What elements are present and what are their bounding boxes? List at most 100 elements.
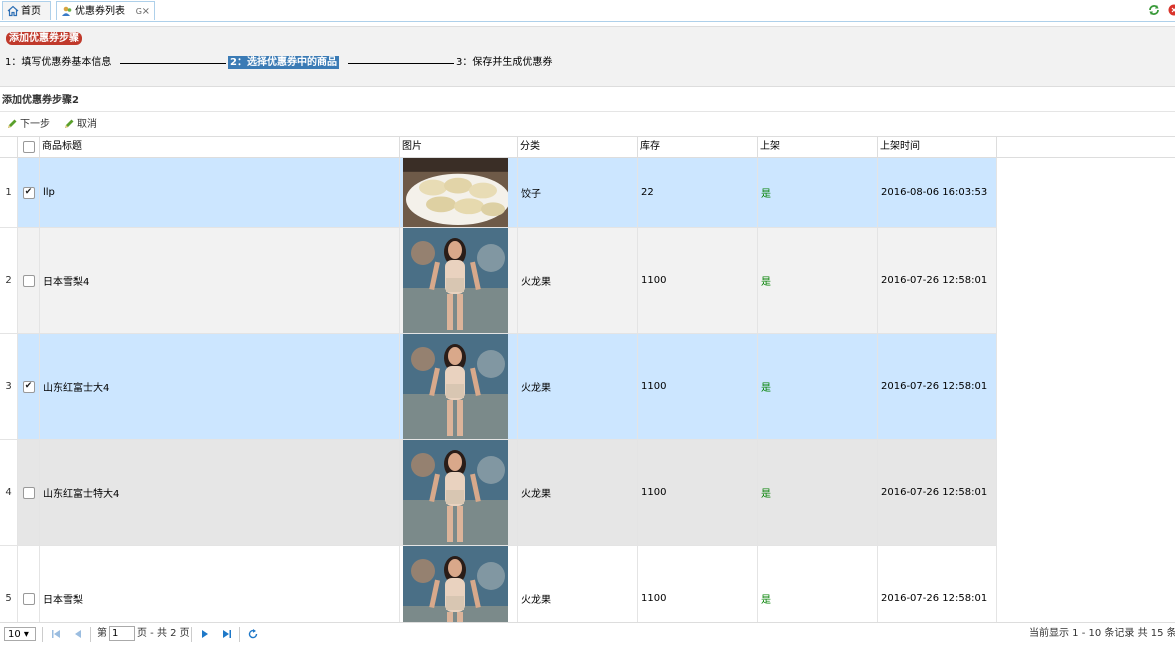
grid-header: 商品标题 图片 分类 库存 上架 上架时间 [0, 137, 1175, 158]
product-shelf-time: 2016-07-26 12:58:01 [878, 546, 997, 622]
row-checkbox[interactable]: ✔ [22, 380, 35, 393]
divider [239, 627, 240, 642]
product-stock: 1100 [638, 440, 758, 545]
home-icon [7, 5, 19, 17]
product-category: 火龙果 [518, 334, 638, 439]
table-row[interactable]: 5 日本雪梨 火龙果 1100 是 2016-07-26 12:58:01 [0, 546, 997, 622]
step-connector [348, 63, 454, 64]
product-title: 日本雪梨 [40, 546, 400, 622]
header-time[interactable]: 上架时间 [878, 137, 997, 157]
users-icon [62, 6, 72, 16]
header-shelf[interactable]: 上架 [758, 137, 878, 157]
table-row[interactable]: 1 ✔ llp 饺子 22 是 2016-08-06 16:03:53 [0, 158, 997, 228]
refresh-icon[interactable] [1148, 4, 1160, 16]
product-shelf-time: 2016-07-26 12:58:01 [878, 334, 997, 439]
step-3: 3：保存并生成优惠券 [456, 57, 553, 68]
select-all-checkbox[interactable] [22, 141, 35, 153]
row-number: 1 [0, 158, 18, 227]
steps-title: 添加优惠券步骤 [6, 32, 82, 45]
product-shelf-time: 2016-07-26 12:58:01 [878, 440, 997, 545]
header-image[interactable]: 图片 [400, 137, 518, 157]
pencil-icon [65, 119, 74, 128]
product-on-shelf: 是 [758, 546, 878, 622]
product-on-shelf: 是 [758, 228, 878, 333]
steps-panel: 添加优惠券步骤 1：填写优惠券基本信息 2：选择优惠券中的商品 3：保存并生成优… [0, 26, 1175, 87]
product-stock: 22 [638, 158, 758, 227]
row-select-cell[interactable] [18, 228, 40, 333]
product-title: llp [40, 158, 400, 227]
divider [0, 111, 1175, 112]
prev-page-icon[interactable] [73, 629, 83, 639]
product-shelf-time: 2016-08-06 16:03:53 [878, 158, 997, 227]
product-image-cell [400, 546, 518, 622]
row-checkbox[interactable]: ✔ [22, 186, 35, 199]
header-stock[interactable]: 库存 [638, 137, 758, 157]
tab-coupon-list[interactable]: 优惠券列表 G × [56, 1, 155, 20]
row-checkbox[interactable] [22, 486, 35, 499]
header-rownum [0, 137, 18, 157]
tab-home[interactable]: 首页 [2, 1, 51, 20]
step-2-active: 2：选择优惠券中的商品 [228, 56, 339, 69]
step-connector [120, 63, 226, 64]
row-select-cell[interactable] [18, 440, 40, 545]
row-checkbox[interactable] [22, 274, 35, 287]
product-on-shelf: 是 [758, 440, 878, 545]
row-number: 3 [0, 334, 18, 439]
product-title: 山东红富士特大4 [40, 440, 400, 545]
product-category: 火龙果 [518, 546, 638, 622]
product-image-cell [400, 228, 518, 333]
row-number: 5 [0, 546, 18, 622]
tab-close-icon[interactable]: × [142, 2, 150, 21]
product-image-cell [400, 334, 518, 439]
table-row[interactable]: 4 山东红富士特大4 火龙果 1100 是 2016-07-26 12:58:01 [0, 440, 997, 546]
first-page-icon[interactable] [51, 629, 61, 639]
product-category: 火龙果 [518, 228, 638, 333]
divider [191, 627, 192, 642]
page-prefix: 第 [97, 628, 107, 639]
page-size-select[interactable]: 10 ▾ [4, 627, 36, 641]
product-category: 火龙果 [518, 440, 638, 545]
next-button[interactable]: 下一步 [6, 118, 50, 132]
product-thumbnail [403, 158, 508, 227]
header-title[interactable]: 商品标题 [40, 137, 400, 157]
next-page-icon[interactable] [200, 629, 210, 639]
close-all-icon[interactable] [1168, 4, 1175, 16]
product-shelf-time: 2016-07-26 12:58:01 [878, 228, 997, 333]
reload-icon[interactable] [248, 629, 258, 639]
row-number: 4 [0, 440, 18, 545]
product-on-shelf: 是 [758, 334, 878, 439]
step-1: 1：填写优惠券基本信息 [5, 57, 112, 68]
product-title: 日本雪梨4 [40, 228, 400, 333]
product-thumbnail [403, 440, 508, 545]
row-select-cell[interactable]: ✔ [18, 158, 40, 227]
cancel-button[interactable]: 取消 [63, 118, 97, 132]
header-select-all[interactable] [18, 137, 40, 157]
table-row[interactable]: 2 日本雪梨4 火龙果 1100 是 2016-07-26 12:58:01 [0, 228, 997, 334]
page-total: 页 - 共 2 页 [137, 628, 190, 639]
row-select-cell[interactable] [18, 546, 40, 622]
product-thumbnail [403, 334, 508, 439]
panel-title: 添加优惠券步骤2 [2, 95, 79, 106]
tab-bar: 首页 优惠券列表 G × [0, 0, 1175, 22]
product-stock: 1100 [638, 228, 758, 333]
header-category[interactable]: 分类 [518, 137, 638, 157]
row-number: 2 [0, 228, 18, 333]
product-image-cell [400, 158, 518, 227]
product-image-cell [400, 440, 518, 545]
row-select-cell[interactable]: ✔ [18, 334, 40, 439]
table-row[interactable]: 3 ✔ 山东红富士大4 火龙果 1100 是 2016-07-26 12:58:01 [0, 334, 997, 440]
product-stock: 1100 [638, 334, 758, 439]
product-stock: 1100 [638, 546, 758, 622]
divider [90, 627, 91, 642]
divider [42, 627, 43, 642]
tab-coupon-list-label: 优惠券列表 [75, 6, 125, 17]
product-grid: 商品标题 图片 分类 库存 上架 上架时间 1 ✔ llp 饺子 22 是 2016-08-… [0, 136, 1175, 622]
last-page-icon[interactable] [222, 629, 232, 639]
page-size-value: 10 [8, 629, 21, 640]
pencil-icon [8, 119, 17, 128]
row-checkbox[interactable] [22, 592, 35, 605]
next-button-label: 下一步 [20, 119, 50, 130]
page-number-input[interactable]: 1 [109, 626, 135, 641]
product-title: 山东红富士大4 [40, 334, 400, 439]
cancel-button-label: 取消 [77, 119, 97, 130]
